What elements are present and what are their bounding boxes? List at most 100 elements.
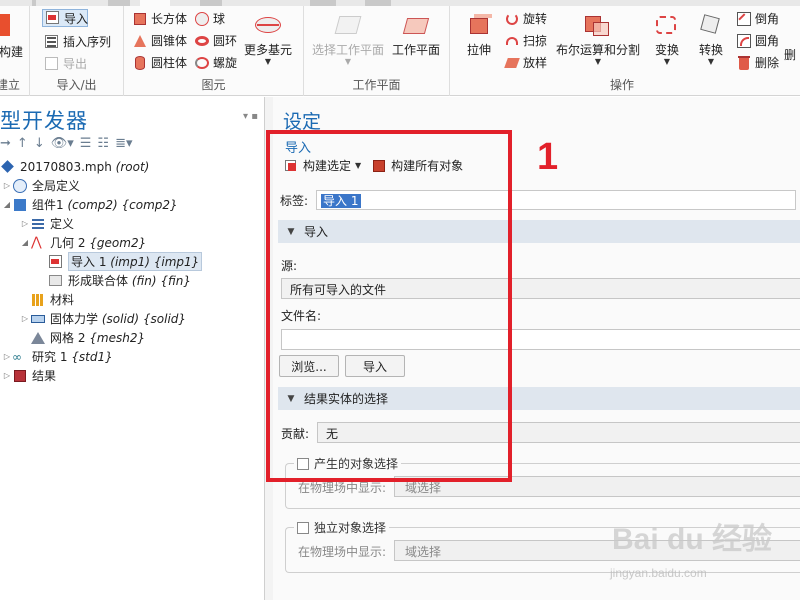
conversions-button[interactable]: 转换 ▼ [696, 12, 726, 66]
ribbon-group-workplane: 选择工作平面 ▼ 工作平面 工作平面 [304, 6, 450, 96]
select-workplane-button[interactable]: 选择工作平面 ▼ [312, 12, 384, 66]
group-label-import-export: 导入/出 [56, 78, 97, 92]
insert-sequence-button[interactable]: 插入序列 [44, 33, 111, 50]
tree-node-tag: (root) [115, 159, 150, 174]
move-up-icon[interactable]: ↑ [17, 136, 28, 151]
loft-button[interactable]: 放样 [504, 54, 547, 71]
workplane-button[interactable]: 工作平面 [392, 12, 440, 58]
build-all-button[interactable]: 构建 [0, 10, 26, 60]
ribbon-group-build: 构建 建立 [0, 6, 30, 96]
more-primitives-button[interactable]: 更多基元 ▼ [244, 12, 292, 66]
workplane-icon [401, 12, 431, 38]
expand-toggle-icon[interactable]: ▷ [20, 314, 30, 323]
booleans-button[interactable]: 布尔运算和分割 ▼ [556, 12, 640, 66]
delete-button[interactable]: 删除 [736, 54, 779, 71]
annotation-highlight-box [266, 130, 512, 482]
tree-node-results[interactable]: ▷ 结果 [0, 366, 265, 385]
tree-node-mesh[interactable]: 网格 2 {mesh2} [0, 328, 265, 347]
cone-label: 圆锥体 [151, 34, 188, 48]
sphere-button[interactable]: 球 [194, 10, 225, 27]
extrude-button[interactable]: 拉伸 [464, 12, 494, 58]
tree-node-component[interactable]: ◢ 组件1 (comp2) {comp2} [0, 195, 265, 214]
import-ribbon-label: 导入 [64, 11, 89, 26]
materials-icon [30, 292, 46, 308]
tree-node-import1[interactable]: 导入 1 (imp1) {imp1} [0, 252, 265, 271]
watermark-url: jingyan.baidu.com [610, 566, 707, 580]
tree-node-tag: {std1} [71, 349, 113, 364]
chevron-down-icon: ▼ [663, 57, 671, 66]
expand-all-icon[interactable]: ☰ [80, 136, 92, 151]
tree-node-root[interactable]: 20170803.mph (root) [0, 157, 265, 176]
tree-node-label: 几何 2 [50, 236, 86, 250]
import-node-icon [48, 254, 64, 270]
expand-toggle-icon[interactable]: ▷ [2, 181, 12, 190]
expand-toggle-icon[interactable]: ▷ [20, 219, 30, 228]
fillet-label: 圆角 [755, 34, 780, 48]
delete-entities-button[interactable]: 删 [784, 46, 796, 63]
cone-button[interactable]: 圆锥体 [132, 32, 187, 49]
export-button[interactable]: 导出 [44, 55, 87, 72]
tree-node-form-union[interactable]: 形成联合体 (fin) {fin} [0, 271, 265, 290]
tree-node-solid-mechanics[interactable]: ▷ 固体力学 (solid) {solid} [0, 309, 265, 328]
booleans-icon [583, 12, 613, 38]
delete-entities-label: 删 [784, 48, 797, 62]
move-down-icon[interactable]: ↓ [34, 136, 45, 151]
individual-objects-label: 独立对象选择 [314, 521, 387, 535]
fillet-button[interactable]: 圆角 [736, 32, 779, 49]
definitions-list-icon [30, 216, 46, 232]
revolve-button[interactable]: 旋转 [504, 10, 547, 27]
tree-node-definitions[interactable]: ▷ 定义 [0, 214, 265, 233]
torus-icon [194, 33, 210, 49]
results-icon [12, 368, 28, 384]
sweep-button[interactable]: 扫掠 [504, 32, 547, 49]
tree-node-global-definitions[interactable]: ▷ 全局定义 [0, 176, 265, 195]
globe-icon [12, 178, 28, 194]
tree-node-label: 结果 [32, 369, 57, 383]
mesh-triangle-icon [30, 330, 46, 346]
extrude-label: 拉伸 [466, 43, 491, 57]
group-label-primitives: 图元 [201, 78, 226, 92]
import-ribbon-button[interactable]: 导入 [42, 9, 88, 27]
chamfer-button[interactable]: 倒角 [736, 10, 779, 27]
sphere-label: 球 [213, 12, 226, 26]
tree-node-study[interactable]: ▷ ∞ 研究 1 {std1} [0, 347, 265, 366]
group-label-operations: 操作 [610, 78, 635, 92]
collapse-toggle-icon[interactable]: ◢ [20, 238, 30, 247]
tree-node-geometry[interactable]: ◢ ⋀ 几何 2 {geom2} [0, 233, 265, 252]
expand-toggle-icon[interactable]: ▷ [2, 352, 12, 361]
collapse-toggle-icon[interactable]: ◢ [2, 200, 12, 209]
tree-node-label: 研究 1 [32, 350, 68, 364]
block-button[interactable]: 长方体 [132, 10, 187, 27]
watermark-logo: Bai du 经验 [612, 523, 773, 556]
torus-label: 圆环 [213, 34, 238, 48]
tree-node-tag: {geom2} [89, 235, 147, 250]
component-cube-icon [12, 197, 28, 213]
ribbon-group-import-export: 导入 插入序列 导出 导入/出 [30, 6, 124, 96]
torus-button[interactable]: 圆环 [194, 32, 237, 49]
chamfer-label: 倒角 [755, 12, 780, 26]
tree-node-materials[interactable]: 材料 [0, 290, 265, 309]
individual-objects-checkbox[interactable] [297, 521, 309, 534]
helix-button[interactable]: 螺旋 [194, 54, 237, 71]
eye-icon[interactable]: 👁▾ [51, 136, 74, 151]
transforms-icon [652, 12, 682, 38]
tree-node-label: 网格 2 [50, 331, 86, 345]
ribbon: 构建 建立 导入 插入序列 导出 导入/出 长方体 圆锥体 圆柱体 球 圆环 螺… [0, 0, 800, 96]
fillet-icon [736, 33, 752, 49]
chevron-down-icon: ▼ [707, 57, 715, 66]
collapse-all-icon[interactable]: ☷ [97, 136, 109, 151]
ellipsoid-icon [253, 12, 283, 38]
forward-arrow-icon[interactable]: ➞ [0, 136, 11, 151]
export-label: 导出 [63, 57, 88, 71]
expand-toggle-icon[interactable]: ▷ [2, 371, 12, 380]
booleans-label: 布尔运算和分割 [556, 43, 641, 57]
transforms-button[interactable]: 变换 ▼ [652, 12, 682, 66]
model-builder-toolbar: ➞ ↑ ↓ 👁▾ ☰ ☷ ≣▾ [0, 133, 132, 153]
chevron-down-icon: ▼ [594, 57, 602, 66]
model-tree: 20170803.mph (root) ▷ 全局定义 ◢ 组件1 (comp2)… [0, 157, 265, 385]
panel-pin-controls[interactable]: ▾ ▪ [243, 111, 258, 122]
tree-node-tag: {mesh2} [89, 330, 146, 345]
list-options-icon[interactable]: ≣▾ [115, 136, 132, 151]
cylinder-button[interactable]: 圆柱体 [132, 54, 187, 71]
sweep-label: 扫掠 [523, 34, 548, 48]
